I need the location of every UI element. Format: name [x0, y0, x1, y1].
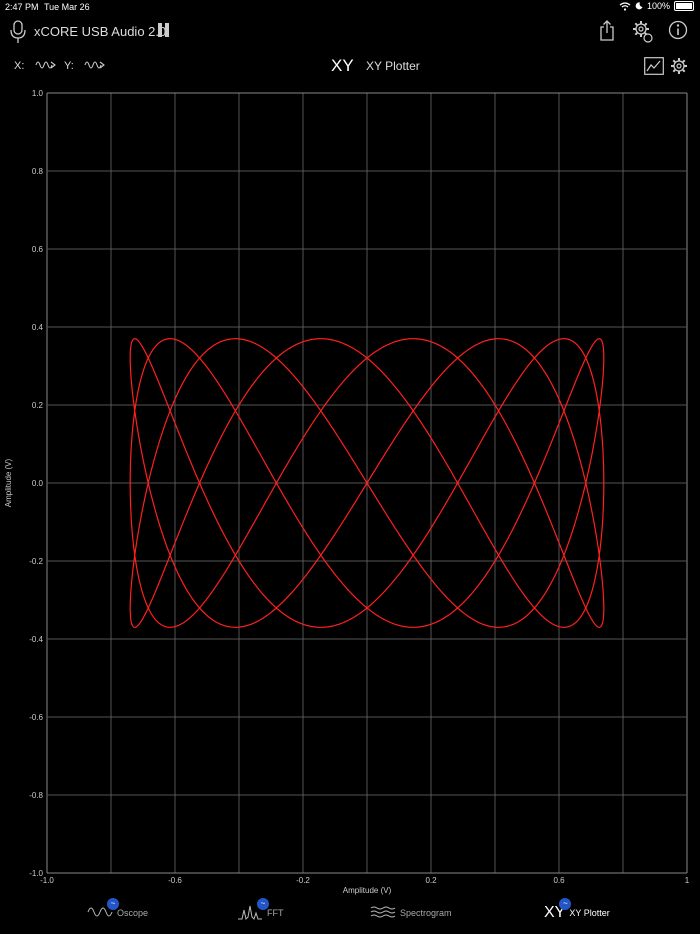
- fft-badge: ~: [257, 898, 269, 910]
- battery-icon: [674, 1, 694, 11]
- y-tick-label: 0.4: [32, 323, 44, 332]
- tab-bar: ~ Oscope ~ FFT Spectrogram XY ~ XY Plott…: [0, 898, 700, 934]
- y-tick-label: 0.0: [32, 479, 44, 488]
- x-tick-label: 1: [685, 876, 690, 885]
- fft-icon: ~: [237, 898, 269, 922]
- status-date: Tue Mar 26: [44, 2, 90, 12]
- x-tick-label: 0.2: [425, 876, 437, 885]
- x-tick-label: -0.2: [296, 876, 310, 885]
- x-waveform-icon[interactable]: [35, 58, 57, 72]
- top-toolbar: xCORE USB Audio 2.0: [0, 16, 700, 48]
- y-channel-label: Y:: [64, 60, 74, 72]
- mode-title-short: XY: [331, 56, 354, 75]
- y-axis-label: Amplitude (V): [4, 458, 13, 507]
- xy-plot[interactable]: -1.0 -0.6 -0.2 0.2 0.6 1 1.0 0.8 0.6 0.4 0.2 0.0 -0.…: [0, 84, 700, 900]
- tab-spectrogram[interactable]: Spectrogram: [370, 904, 452, 922]
- trace-display-icon[interactable]: [644, 57, 664, 75]
- tab-xy-plotter[interactable]: XY ~ XY Plotter: [544, 898, 610, 922]
- y-tick-label: -1.0: [29, 869, 43, 878]
- oscope-icon: ~: [87, 898, 119, 922]
- microphone-icon[interactable]: [10, 20, 26, 44]
- status-bar: 2:47 PM Tue Mar 26 100%: [0, 0, 700, 14]
- y-waveform-icon[interactable]: [84, 58, 106, 72]
- y-tick-label: 0.2: [32, 401, 44, 410]
- y-tick-label: -0.8: [29, 791, 43, 800]
- wifi-icon: [619, 1, 631, 11]
- y-tick-label: -0.6: [29, 713, 43, 722]
- info-icon[interactable]: [668, 20, 688, 40]
- tab-oscope-label: Oscope: [117, 908, 149, 918]
- spectrogram-icon: [370, 904, 396, 922]
- y-tick-label: -0.4: [29, 635, 43, 644]
- status-right: 100%: [619, 1, 694, 11]
- share-icon[interactable]: [598, 20, 616, 42]
- tab-spectrogram-label: Spectrogram: [400, 908, 452, 918]
- oscope-badge: ~: [107, 898, 119, 910]
- device-name[interactable]: xCORE USB Audio 2.0: [34, 24, 166, 39]
- mode-title: XY Plotter: [366, 59, 420, 73]
- axis-select-bar: X: Y: XY XY Plotter: [0, 54, 700, 80]
- y-tick-label: 1.0: [32, 89, 44, 98]
- x-axis-label: Amplitude (V): [343, 886, 392, 895]
- y-tick-label: -0.2: [29, 557, 43, 566]
- battery-percent: 100%: [646, 1, 670, 11]
- tab-fft-label: FFT: [267, 908, 284, 918]
- moon-icon: [635, 2, 643, 10]
- pause-button[interactable]: [158, 23, 169, 37]
- x-channel-label: X:: [14, 60, 25, 72]
- xy-icon: XY ~: [544, 898, 572, 922]
- plot-settings-icon[interactable]: [670, 57, 688, 75]
- tab-xy-plotter-label: XY Plotter: [569, 908, 610, 918]
- tab-oscope[interactable]: ~ Oscope: [87, 898, 149, 922]
- x-tick-label: -0.6: [168, 876, 182, 885]
- tab-fft[interactable]: ~ FFT: [237, 898, 284, 922]
- y-tick-label: 0.8: [32, 167, 44, 176]
- y-tick-label: 0.6: [32, 245, 44, 254]
- status-time: 2:47 PM: [5, 2, 39, 12]
- x-tick-label: 0.6: [553, 876, 565, 885]
- device-settings-icon[interactable]: [632, 20, 654, 44]
